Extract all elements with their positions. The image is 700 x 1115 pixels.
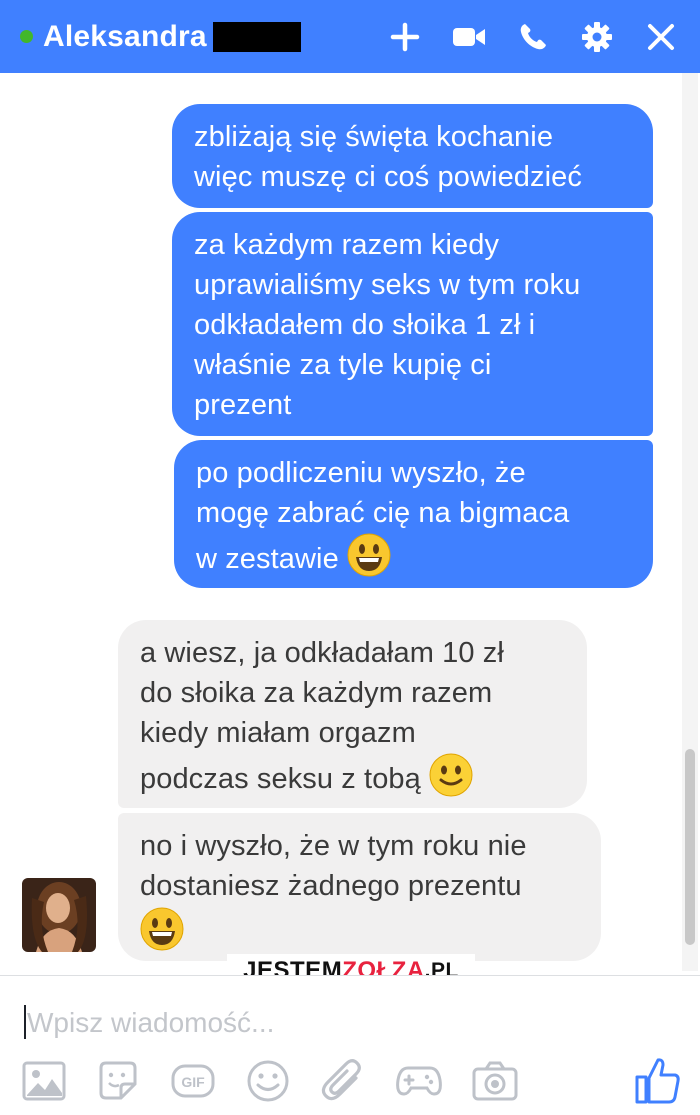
redacted-surname xyxy=(212,21,301,52)
plus-icon[interactable] xyxy=(388,20,422,54)
thumbs-up-icon[interactable] xyxy=(632,1054,682,1106)
message-list[interactable]: zbliżają się święta kochanie więc muszę … xyxy=(0,73,700,973)
scrollbar-thumb[interactable] xyxy=(685,749,695,945)
message-composer: GIF xyxy=(0,976,700,1115)
online-status-dot xyxy=(20,30,33,43)
close-icon[interactable] xyxy=(644,20,678,54)
message-text: no i wyszło, że w tym roku nie dostanies… xyxy=(140,830,527,902)
phone-icon[interactable] xyxy=(516,20,550,54)
game-controller-icon[interactable] xyxy=(396,1058,442,1104)
scrollbar[interactable] xyxy=(682,73,698,971)
grinning-face-emoji xyxy=(347,533,391,588)
text-caret xyxy=(24,1005,26,1039)
gear-icon[interactable] xyxy=(580,20,614,54)
svg-text:GIF: GIF xyxy=(181,1074,205,1090)
message-text: zbliżają się święta kochanie więc muszę … xyxy=(194,121,582,193)
incoming-message: no i wyszło, że w tym roku nie dostanies… xyxy=(118,813,601,961)
outgoing-message: za każdym razem kiedy uprawialiśmy seks … xyxy=(172,212,653,436)
image-icon[interactable] xyxy=(21,1058,67,1104)
sticker-icon[interactable] xyxy=(95,1058,141,1104)
slightly-smiling-face-emoji xyxy=(429,753,473,808)
emoji-icon[interactable] xyxy=(245,1058,291,1104)
outgoing-message: zbliżają się święta kochanie więc muszę … xyxy=(172,104,653,208)
camera-icon[interactable] xyxy=(472,1058,518,1104)
avatar[interactable] xyxy=(22,878,96,952)
video-camera-icon[interactable] xyxy=(452,20,486,54)
outgoing-message: po podliczeniu wyszło, że mogę zabrać ci… xyxy=(174,440,653,588)
message-text: za każdym razem kiedy uprawialiśmy seks … xyxy=(194,229,581,421)
contact-name[interactable]: Aleksandra xyxy=(43,20,207,54)
grinning-face-emoji xyxy=(140,907,184,962)
message-input[interactable] xyxy=(27,1003,587,1043)
chat-header: Aleksandra xyxy=(0,0,700,73)
attachment-icon[interactable] xyxy=(320,1058,366,1104)
gif-icon[interactable]: GIF xyxy=(170,1058,216,1104)
incoming-message: a wiesz, ja odkładałam 10 zł do słoika z… xyxy=(118,620,587,808)
